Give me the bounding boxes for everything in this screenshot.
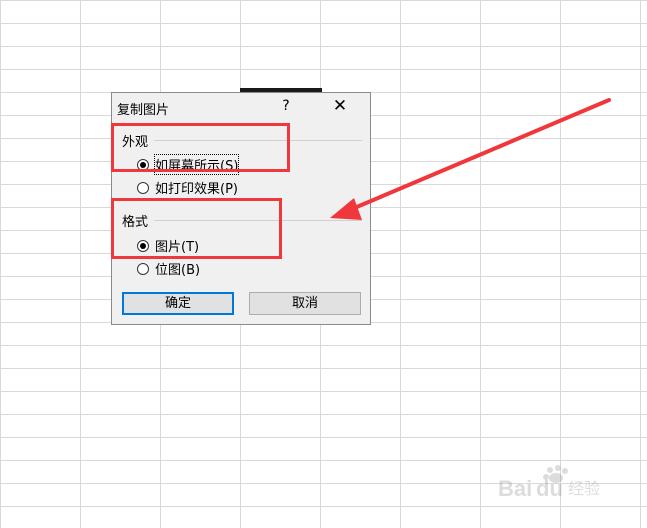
svg-text:经验: 经验 [568,479,600,498]
baidu-watermark: Bai du 经验 [498,464,638,504]
svg-text:du: du [536,476,563,501]
baidu-logo: Bai du 经验 [498,465,600,501]
arrow-shaft [350,98,611,211]
annotation-arrow [330,98,611,220]
svg-text:Bai: Bai [498,476,532,501]
arrow-head [330,198,362,220]
